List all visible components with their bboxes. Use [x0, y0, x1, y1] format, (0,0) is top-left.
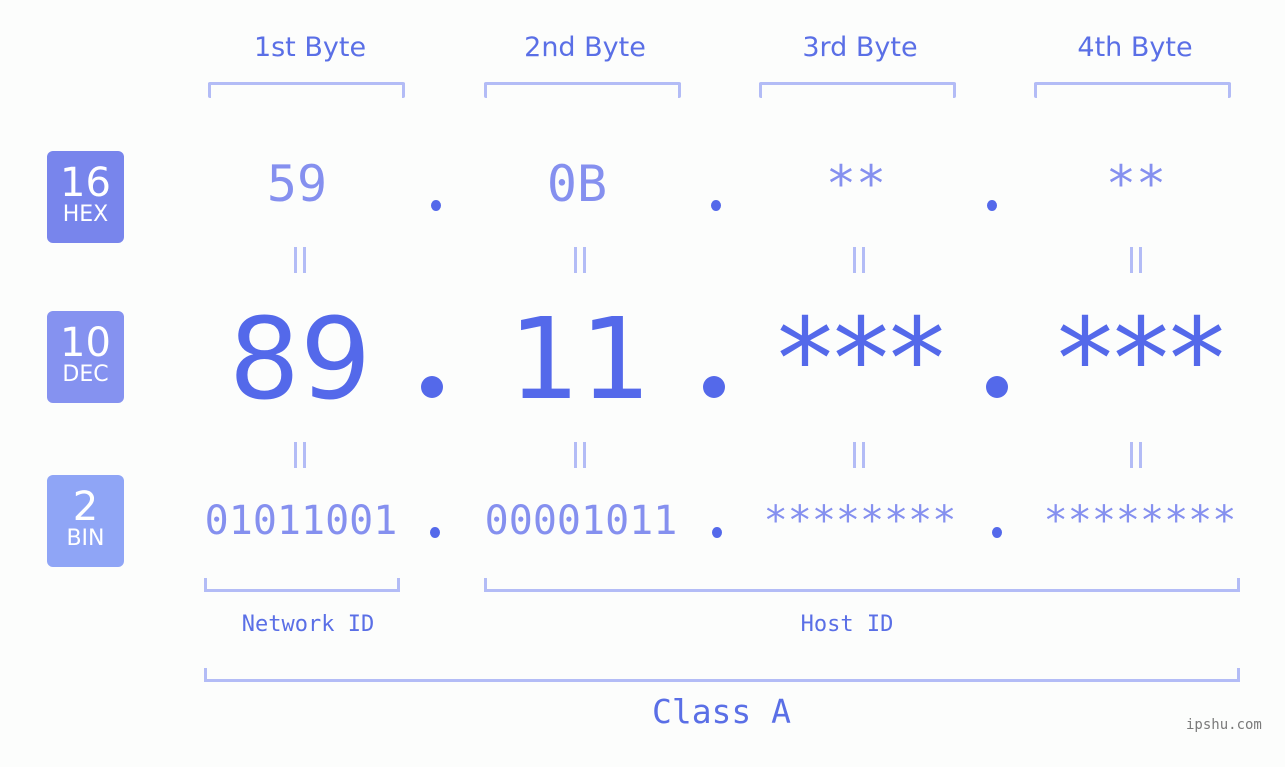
dec-badge-label: DEC: [62, 362, 109, 387]
dec-value-1: 89: [228, 295, 372, 425]
watermark: ipshu.com: [1186, 717, 1262, 733]
byte-header-2: 2nd Byte: [524, 32, 646, 63]
bin-dot-3: [992, 527, 1002, 538]
bin-value-4: ********: [1043, 498, 1237, 544]
host-id-bracket: [484, 578, 1240, 592]
dec-dot-3: [986, 376, 1008, 398]
equals-icon: [851, 247, 867, 273]
dec-value-2: 11: [508, 295, 652, 425]
hex-badge: 16 HEX: [47, 151, 124, 243]
class-label: Class A: [651, 692, 792, 731]
byte-header-4: 4th Byte: [1077, 32, 1193, 63]
bin-value-2: 00001011: [484, 498, 678, 544]
equals-icon: [851, 442, 867, 468]
bin-value-3: ********: [763, 498, 957, 544]
byte-bracket-4: [1034, 82, 1231, 98]
hex-dot-3: [987, 200, 997, 211]
host-id-label: Host ID: [800, 612, 894, 637]
hex-dot-1: [431, 200, 441, 211]
hex-value-3: **: [825, 155, 887, 213]
dec-badge: 10 DEC: [47, 311, 124, 403]
equals-icon: [1128, 442, 1144, 468]
byte-bracket-2: [484, 82, 681, 98]
network-id-bracket: [204, 578, 400, 592]
byte-header-3: 3rd Byte: [802, 32, 918, 63]
dec-badge-number: 10: [60, 320, 111, 366]
dec-dot-1: [421, 376, 443, 398]
hex-value-4: **: [1105, 155, 1167, 213]
byte-header-1: 1st Byte: [253, 32, 367, 63]
byte-bracket-1: [208, 82, 405, 98]
equals-icon: [572, 247, 588, 273]
hex-badge-label: HEX: [62, 202, 109, 227]
dec-dot-2: [703, 376, 725, 398]
bin-value-1: 01011001: [204, 498, 398, 544]
byte-bracket-3: [759, 82, 956, 98]
hex-value-1: 59: [266, 155, 328, 213]
dec-value-3: ***: [777, 295, 945, 425]
equals-icon: [292, 247, 308, 273]
bin-dot-2: [712, 527, 722, 538]
bin-badge-number: 2: [72, 484, 99, 530]
hex-badge-number: 16: [60, 160, 111, 206]
bin-badge-label: BIN: [66, 526, 105, 551]
equals-icon: [1128, 247, 1144, 273]
hex-value-2: 0B: [546, 155, 608, 213]
equals-icon: [292, 442, 308, 468]
network-id-label: Network ID: [241, 612, 375, 637]
equals-icon: [572, 442, 588, 468]
bin-badge: 2 BIN: [47, 475, 124, 567]
hex-dot-2: [711, 200, 721, 211]
class-bracket: [204, 668, 1240, 682]
dec-value-4: ***: [1057, 295, 1225, 425]
bin-dot-1: [430, 527, 440, 538]
